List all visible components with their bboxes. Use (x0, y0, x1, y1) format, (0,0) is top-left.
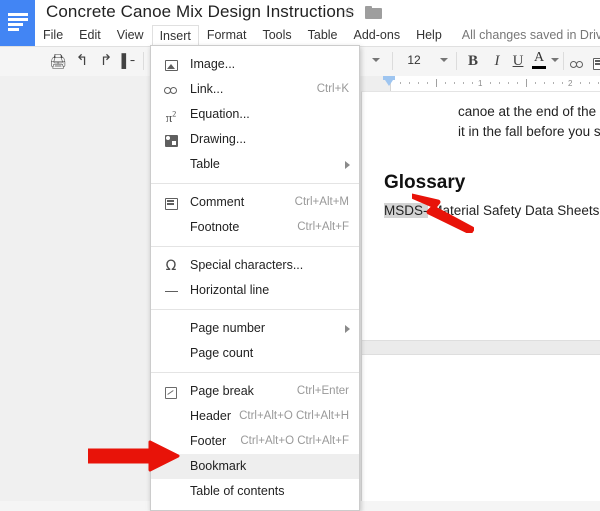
menu-bar: File Edit View Insert Format Tools Table… (35, 25, 600, 48)
menu-item-horizontal-line[interactable]: Horizontal line (151, 278, 359, 303)
menu-item-shortcut: Ctrl+Enter (296, 385, 349, 397)
star-icon[interactable]: ☆ (341, 5, 357, 21)
chevron-right-icon (345, 161, 350, 169)
menu-item-label: Header (190, 409, 231, 423)
indent-marker-triangle (383, 77, 395, 86)
menu-item-label: Bookmark (190, 459, 247, 473)
menu-item-page-number[interactable]: Page number (151, 316, 359, 341)
page-break-divider (362, 340, 600, 355)
image-icon (163, 52, 179, 77)
menu-item-label: Table (190, 157, 220, 171)
menu-item-page-break[interactable]: Page break Ctrl+Enter (151, 379, 359, 404)
menu-item-label: Horizontal line (190, 283, 270, 297)
undo-icon[interactable]: ↰ (73, 52, 91, 70)
equation-icon: π2 (165, 110, 177, 126)
menu-item-label: Comment (190, 195, 245, 209)
menu-item-link[interactable]: Link... Ctrl+K (151, 77, 359, 102)
menu-item-shortcut: Ctrl+Alt+O Ctrl+Alt+H (239, 410, 349, 422)
folder-icon[interactable] (365, 6, 383, 20)
menu-tools[interactable]: Tools (254, 25, 299, 46)
glossary-definition-text: Material Safety Data Sheets (427, 203, 600, 218)
menu-table[interactable]: Table (300, 25, 346, 46)
menu-add-ons[interactable]: Add-ons (346, 25, 409, 46)
font-size-value[interactable]: 12 (403, 53, 425, 67)
paragraph-style-caret-icon[interactable] (372, 58, 380, 62)
chevron-right-icon (345, 325, 350, 333)
horizontal-line-icon (163, 278, 179, 303)
menu-view[interactable]: View (109, 25, 152, 46)
comment-icon (163, 190, 179, 215)
menu-format[interactable]: Format (199, 25, 255, 46)
menu-item-label: Page break (190, 384, 254, 398)
text-color-button[interactable]: A (531, 51, 547, 71)
menu-help[interactable]: Help (408, 25, 450, 46)
selected-text-msds: MSDS- (384, 203, 428, 218)
link-icon (163, 77, 179, 102)
document-page[interactable]: canoe at the end of the it in the fall b… (361, 92, 600, 501)
menu-item-shortcut: Ctrl+Alt+F (297, 221, 349, 233)
menu-item-header[interactable]: Header Ctrl+Alt+O Ctrl+Alt+H (151, 404, 359, 429)
menu-item-comment[interactable]: Comment Ctrl+Alt+M (151, 190, 359, 215)
link-icon[interactable] (568, 52, 586, 70)
bold-button[interactable]: B (464, 52, 482, 70)
menu-divider (151, 183, 359, 184)
menu-item-label: Drawing... (190, 132, 247, 146)
menu-item-shortcut: Ctrl+Alt+M (294, 196, 349, 208)
save-status: All changes saved in Drive (461, 28, 600, 42)
drawing-icon (163, 127, 179, 152)
horizontal-ruler[interactable]: 1 2 (361, 76, 600, 92)
document-heading-glossary: Glossary (384, 172, 466, 193)
menu-item-footer[interactable]: Footer Ctrl+Alt+O Ctrl+Alt+F (151, 429, 359, 454)
ruler-mark-1: 1 (478, 79, 483, 88)
redo-icon[interactable]: ↱ (97, 52, 115, 70)
print-icon[interactable]: 🖨 (49, 52, 67, 70)
menu-item-page-count[interactable]: Page count (151, 341, 359, 366)
menu-item-special-characters[interactable]: Ω Special characters... (151, 253, 359, 278)
menu-item-label: Footer (190, 434, 227, 448)
menu-item-drawing[interactable]: Drawing... (151, 127, 359, 152)
menu-item-shortcut: Ctrl+K (316, 83, 349, 95)
menu-divider (151, 246, 359, 247)
ruler-mark-2: 2 (568, 79, 573, 88)
menu-item-label: Special characters... (190, 258, 304, 272)
text-color-label: A (533, 50, 545, 65)
docs-logo-lines (8, 13, 28, 33)
document-body-line-2: it in the fall before you s (458, 124, 600, 139)
google-docs-window: Concrete Canoe Mix Design Instructions ☆… (0, 0, 600, 511)
menu-item-table-of-contents[interactable]: Table of contents (151, 479, 359, 504)
document-glossary-entry: MSDS- Material Safety Data Sheets (384, 203, 599, 218)
menu-item-footnote[interactable]: Footnote Ctrl+Alt+F (151, 215, 359, 240)
top-bar: Concrete Canoe Mix Design Instructions ☆… (0, 0, 600, 48)
menu-item-label: Footnote (190, 220, 240, 234)
paint-format-icon[interactable]: ▌╴ (121, 52, 139, 70)
menu-item-shortcut: Ctrl+Alt+O Ctrl+Alt+F (240, 435, 349, 447)
underline-button[interactable]: U (509, 52, 527, 70)
menu-item-label: Page count (190, 346, 254, 360)
menu-file[interactable]: File (35, 25, 71, 46)
text-color-caret-icon[interactable] (551, 58, 559, 62)
menu-item-equation[interactable]: π2 Equation... (151, 102, 359, 127)
menu-item-label: Image... (190, 57, 236, 71)
font-size-caret-icon[interactable] (440, 58, 448, 62)
menu-item-image[interactable]: Image... (151, 52, 359, 77)
document-body-line-1: canoe at the end of the (458, 104, 597, 119)
comment-icon[interactable] (590, 52, 600, 70)
menu-edit[interactable]: Edit (71, 25, 109, 46)
menu-item-label: Page number (190, 321, 266, 335)
page-break-icon (163, 379, 179, 404)
menu-divider (151, 309, 359, 310)
page-title[interactable]: Concrete Canoe Mix Design Instructions (46, 2, 354, 22)
menu-item-label: Table of contents (190, 484, 285, 498)
menu-item-label: Link... (190, 82, 224, 96)
omega-icon: Ω (165, 258, 177, 274)
menu-item-table[interactable]: Table (151, 152, 359, 177)
docs-logo-icon[interactable] (0, 0, 35, 46)
italic-button[interactable]: I (488, 52, 506, 70)
menu-divider (151, 372, 359, 373)
menu-item-label: Equation... (190, 107, 250, 121)
insert-dropdown-menu: Image... Link... Ctrl+K π2 Equation... D… (150, 45, 360, 511)
menu-item-bookmark[interactable]: Bookmark (151, 454, 359, 479)
text-color-swatch (532, 66, 546, 69)
